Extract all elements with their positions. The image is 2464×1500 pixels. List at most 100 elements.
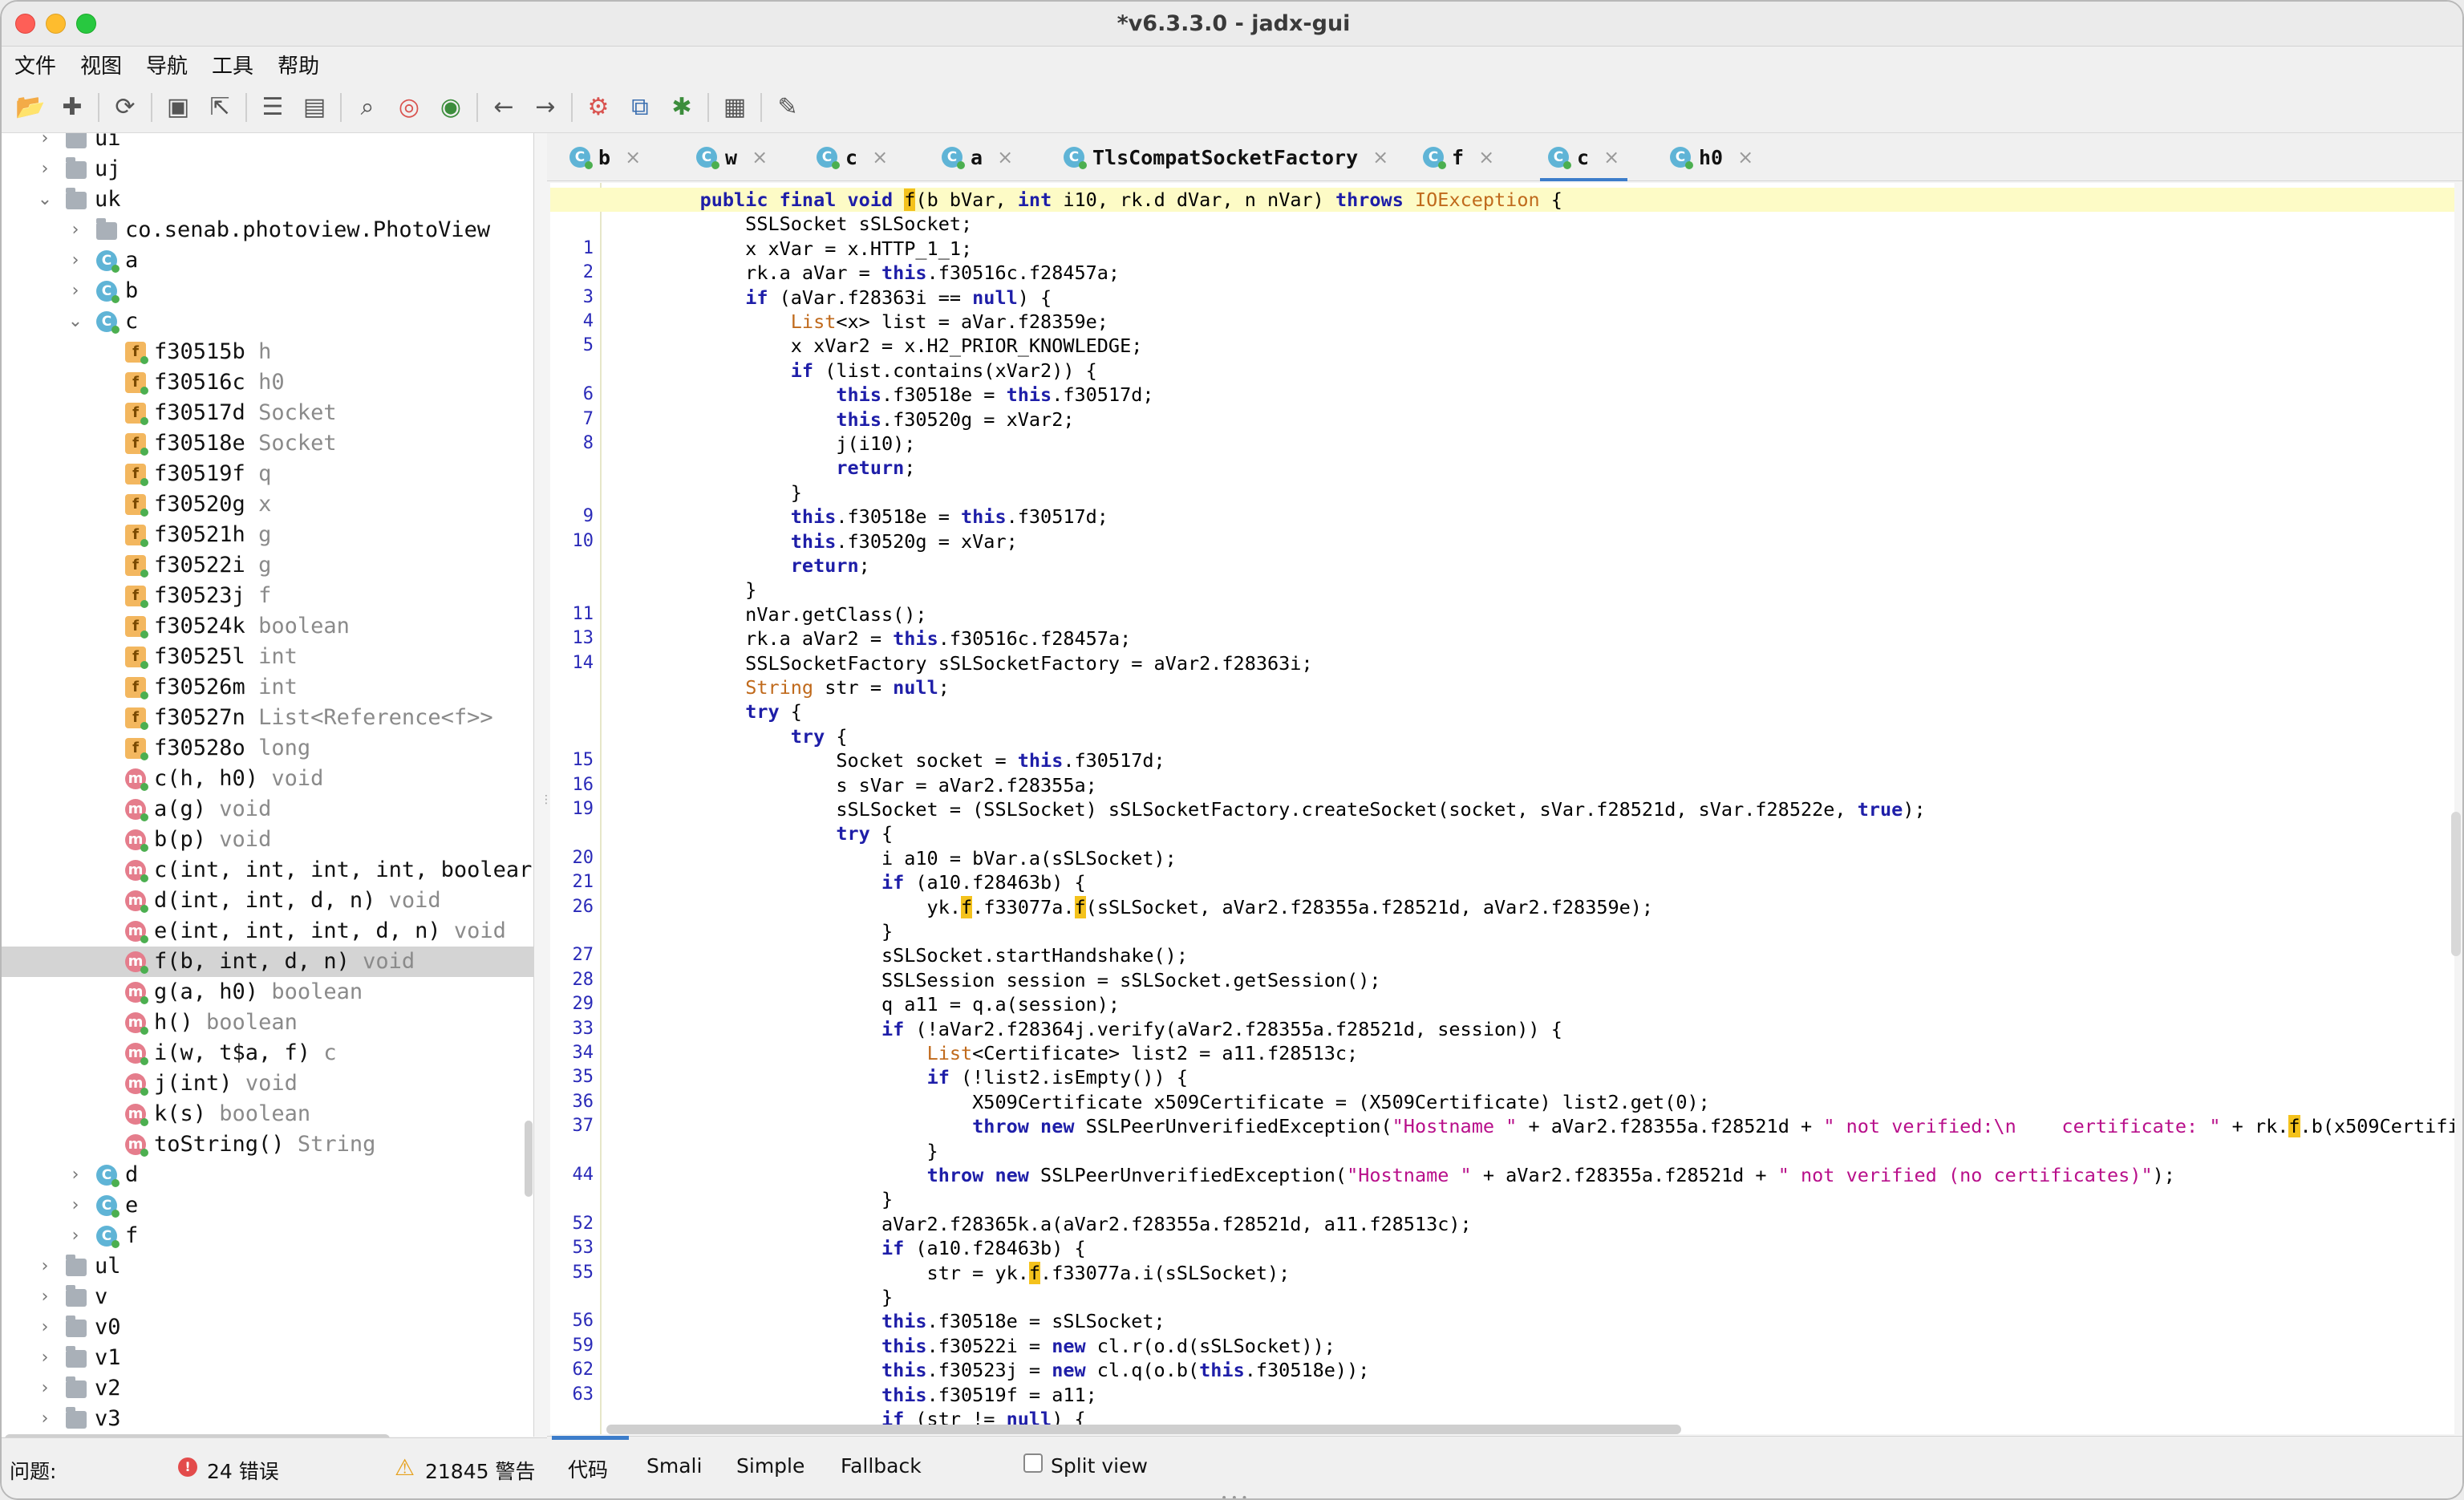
sync-icon[interactable]: ⟳ (109, 91, 141, 124)
tree-item[interactable]: f f30528o long (2, 733, 533, 764)
chevron-right-icon[interactable]: › (67, 245, 83, 276)
tree-item[interactable]: f f30526m int (2, 672, 533, 703)
chevron-right-icon[interactable]: › (37, 154, 53, 184)
code-line[interactable]: return; (550, 553, 2454, 578)
code-line[interactable]: 5 x xVar2 = x.H2_PRIOR_KNOWLEDGE; (550, 334, 2454, 358)
search-icon[interactable]: ⌕ (351, 91, 383, 124)
tree-item[interactable]: f f30515b h (2, 337, 533, 367)
close-tab-icon[interactable]: × (1737, 146, 1753, 168)
code-line[interactable]: 4 List<x> list = aVar.f28359e; (550, 310, 2454, 334)
tree-item[interactable]: f f30519f q (2, 459, 533, 489)
code-line[interactable]: } (550, 578, 2454, 602)
code-line[interactable]: 37 throw new SSLPeerUnverifiedException(… (550, 1114, 2454, 1138)
chevron-right-icon[interactable]: › (37, 1373, 53, 1404)
folder-icon[interactable]: ▤ (298, 91, 330, 124)
tree-item[interactable]: f f30522i g (2, 550, 533, 581)
code-line[interactable]: 62 this.f30523j = new cl.q(o.b(this.f305… (550, 1358, 2454, 1382)
search-match-highlight[interactable]: f (2288, 1115, 2300, 1138)
panel-splitter-handle[interactable]: ⋮ (541, 794, 552, 828)
tree-item[interactable]: › Cf (2, 1221, 533, 1251)
code-line[interactable]: 8 j(i10); (550, 432, 2454, 456)
chevron-right-icon[interactable]: › (37, 1282, 53, 1312)
code-line[interactable]: public final void f(b bVar, int i10, rk.… (550, 188, 2454, 212)
tab-smali[interactable]: Smali (646, 1454, 702, 1478)
flatten-icon[interactable]: ☰ (257, 91, 289, 124)
bookmark-icon[interactable]: ⧉ (624, 91, 656, 124)
code-line[interactable]: 1 x xVar = x.HTTP_1_1; (550, 237, 2454, 261)
chevron-right-icon[interactable]: › (37, 1251, 53, 1282)
tree-item[interactable]: m c(h, h0) void (2, 764, 533, 794)
close-tab-icon[interactable]: × (997, 146, 1013, 168)
tree-item[interactable]: m h() boolean (2, 1007, 533, 1038)
code-line[interactable]: 21 if (a10.f28463b) { (550, 870, 2454, 894)
tree-item[interactable]: › v3 (2, 1404, 533, 1434)
code-line[interactable]: 11 nVar.getClass(); (550, 602, 2454, 626)
tree-item[interactable]: › v0 (2, 1312, 533, 1343)
code-line[interactable]: 63 this.f30519f = a11; (550, 1383, 2454, 1407)
code-line[interactable]: String str = null; (550, 675, 2454, 699)
tree-item[interactable]: f f30523j f (2, 581, 533, 611)
tree-item[interactable]: › ui (2, 133, 533, 154)
tree-item[interactable]: ⌄ Cc (2, 306, 533, 337)
tree-item[interactable]: › Cb (2, 276, 533, 306)
tree-item[interactable]: m a(g) void (2, 794, 533, 825)
code-line[interactable]: 27 sSLSocket.startHandshake(); (550, 943, 2454, 967)
close-tab-icon[interactable]: × (1372, 146, 1388, 168)
tree-item[interactable]: f f30524k boolean (2, 611, 533, 642)
code-line[interactable]: if (list.contains(xVar2)) { (550, 359, 2454, 383)
tree-item[interactable]: f f30520g x (2, 489, 533, 520)
debug-icon[interactable]: ✱ (666, 91, 698, 124)
search-match-highlight[interactable]: f (1074, 895, 1086, 918)
menu-item-1[interactable]: 视图 (80, 50, 122, 79)
code-line[interactable]: 34 List<Certificate> list2 = a11.f28513c… (550, 1041, 2454, 1065)
code-horizontal-scrollbar[interactable] (606, 1425, 1681, 1434)
tree-item[interactable]: m k(s) boolean (2, 1099, 533, 1129)
chevron-right-icon[interactable]: › (37, 1312, 53, 1343)
code-line[interactable]: 6 this.f30518e = this.f30517d; (550, 383, 2454, 407)
editor-tab[interactable]: Cf × (1423, 133, 1494, 181)
menu-item-4[interactable]: 帮助 (278, 50, 319, 79)
code-line[interactable]: SSLSocket sSLSocket; (550, 212, 2454, 236)
chevron-right-icon[interactable]: › (37, 133, 53, 154)
code-line[interactable]: 19 sSLSocket = (SSLSocket) sSLSocketFact… (550, 797, 2454, 821)
menu-item-2[interactable]: 导航 (146, 50, 188, 79)
code-line[interactable]: } (550, 919, 2454, 943)
close-tab-icon[interactable]: × (752, 146, 768, 168)
close-tab-icon[interactable]: × (872, 146, 888, 168)
code-line[interactable]: 15 Socket socket = this.f30517d; (550, 748, 2454, 772)
tree-item[interactable]: ⌄ uk (2, 184, 533, 215)
log-icon[interactable]: ▦ (719, 91, 751, 124)
forward-icon[interactable]: → (529, 91, 561, 124)
code-line[interactable]: 33 if (!aVar2.f28364j.verify(aVar2.f2835… (550, 1017, 2454, 1041)
tree-vertical-scrollbar[interactable] (525, 1121, 533, 1197)
code-line[interactable]: 56 this.f30518e = sSLSocket; (550, 1309, 2454, 1333)
code-line[interactable]: 36 X509Certificate x509Certificate = (X5… (550, 1090, 2454, 1114)
code-line[interactable]: 35 if (!list2.isEmpty()) { (550, 1065, 2454, 1089)
search-match-highlight[interactable]: f (961, 895, 973, 918)
tree-item[interactable]: f f30525l int (2, 642, 533, 672)
search-match-highlight[interactable]: f (904, 189, 916, 211)
editor-tab[interactable]: Cc × (1539, 133, 1628, 181)
close-tab-icon[interactable]: × (1603, 146, 1619, 168)
tree-item[interactable]: › v2 (2, 1373, 533, 1404)
tree-item[interactable]: › Ce (2, 1190, 533, 1221)
chevron-right-icon[interactable]: › (37, 1343, 53, 1373)
settings-icon[interactable]: ✎ (772, 91, 804, 124)
tree-item[interactable]: › v (2, 1282, 533, 1312)
find-class-icon[interactable]: ◎ (393, 91, 425, 124)
code-line[interactable]: 16 s sVar = aVar2.f28355a; (550, 773, 2454, 797)
tree-item[interactable]: › uj (2, 154, 533, 184)
code-line[interactable]: 55 str = yk.f.f33077a.i(sSLSocket); (550, 1261, 2454, 1285)
chevron-right-icon[interactable]: › (67, 215, 83, 245)
code-line[interactable]: 2 rk.a aVar = this.f30516c.f28457a; (550, 261, 2454, 285)
tree-item[interactable]: m g(a, h0) boolean (2, 977, 533, 1007)
tree-item[interactable]: m i(w, t$a, f) c (2, 1038, 533, 1068)
menu-item-0[interactable]: 文件 (14, 50, 56, 79)
code-line[interactable]: } (550, 1139, 2454, 1163)
code-line[interactable]: 29 q a11 = q.a(session); (550, 992, 2454, 1016)
tree-item[interactable]: › ul (2, 1251, 533, 1282)
back-icon[interactable]: ← (488, 91, 520, 124)
tab-code[interactable]: 代码 (568, 1454, 608, 1483)
tab-simple[interactable]: Simple (736, 1454, 804, 1478)
code-line[interactable]: 13 rk.a aVar2 = this.f30516c.f28457a; (550, 626, 2454, 651)
